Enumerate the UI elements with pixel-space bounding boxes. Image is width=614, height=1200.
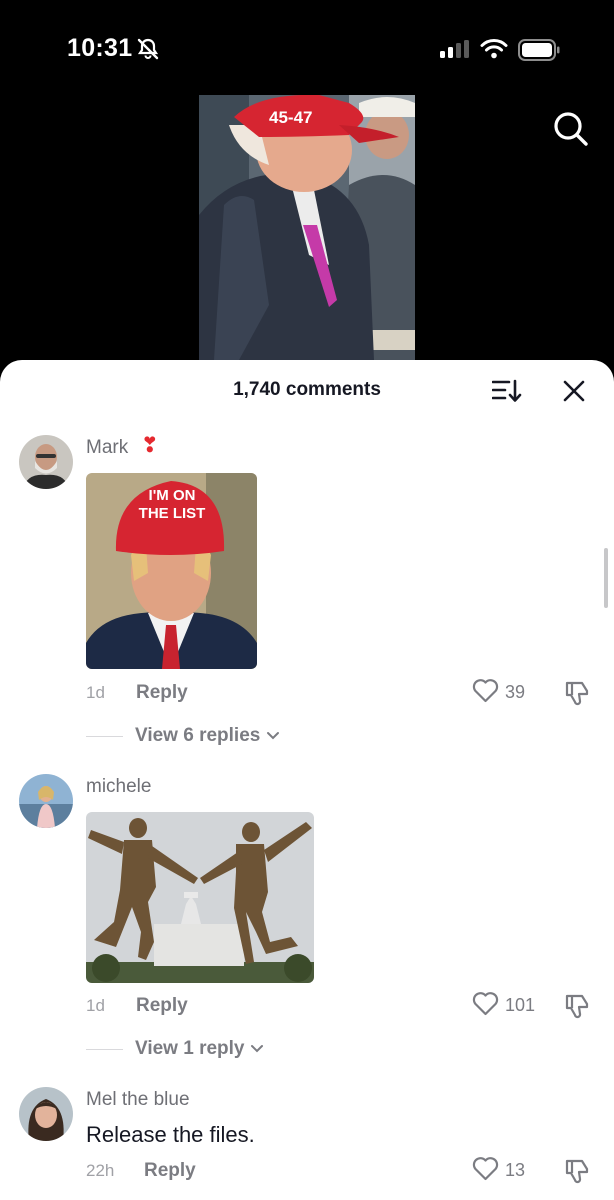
heart-icon[interactable] (472, 678, 499, 708)
heart-badge: ❣ (141, 434, 159, 457)
video-preview[interactable]: 45-47 (199, 95, 415, 360)
heart-icon[interactable] (472, 991, 499, 1021)
view-replies-button[interactable]: View 1 reply (135, 1038, 264, 1060)
battery-icon (518, 39, 560, 66)
comment-username[interactable]: michele (86, 776, 151, 798)
reply-button[interactable]: Reply (136, 682, 188, 704)
avatar[interactable] (19, 1087, 73, 1141)
reply-button[interactable]: Reply (144, 1160, 196, 1182)
comments-sheet: 1,740 comments Mark ❣ I'M ON THE LIST 1d… (0, 360, 614, 1200)
chevron-down-icon (266, 725, 280, 746)
dislike-icon[interactable] (563, 1157, 591, 1190)
like-count: 101 (505, 995, 536, 1015)
view-replies-button[interactable]: View 6 replies (135, 725, 280, 747)
status-bar: 10:31 (0, 0, 614, 95)
status-time: 10:31 (67, 34, 133, 62)
view-replies-label: View 6 replies (135, 725, 261, 746)
divider (86, 1049, 123, 1050)
comment-username[interactable]: Mark (86, 437, 128, 459)
bell-muted-icon (137, 38, 159, 65)
avatar[interactable] (19, 435, 73, 489)
search-icon[interactable] (552, 110, 590, 153)
comment-text: Release the files. (86, 1122, 255, 1147)
like-count: 39 (505, 682, 526, 702)
hat-caption: I'M ON THE LIST (138, 487, 206, 522)
view-replies-label: View 1 reply (135, 1038, 245, 1059)
avatar[interactable] (19, 774, 73, 828)
scrollbar[interactable] (604, 548, 608, 608)
heart-icon[interactable] (472, 1156, 499, 1186)
hat-text: 45-47 (269, 108, 312, 127)
chevron-down-icon (250, 1038, 264, 1059)
comment-age: 1d (86, 683, 105, 702)
dislike-icon[interactable] (563, 679, 591, 712)
reply-button[interactable]: Reply (136, 995, 188, 1017)
comment-age: 22h (86, 1161, 115, 1180)
divider (86, 736, 123, 737)
comment-image[interactable]: I'M ON THE LIST (86, 473, 257, 669)
dislike-icon[interactable] (563, 992, 591, 1025)
comment-image[interactable] (86, 812, 314, 983)
like-count: 13 (505, 1160, 526, 1180)
wifi-icon (480, 38, 508, 64)
signal-icon (440, 40, 470, 63)
close-icon[interactable] (563, 380, 585, 407)
comment-username[interactable]: Mel the blue (86, 1089, 190, 1111)
comment-age: 1d (86, 996, 105, 1015)
sort-icon[interactable] (491, 379, 522, 408)
